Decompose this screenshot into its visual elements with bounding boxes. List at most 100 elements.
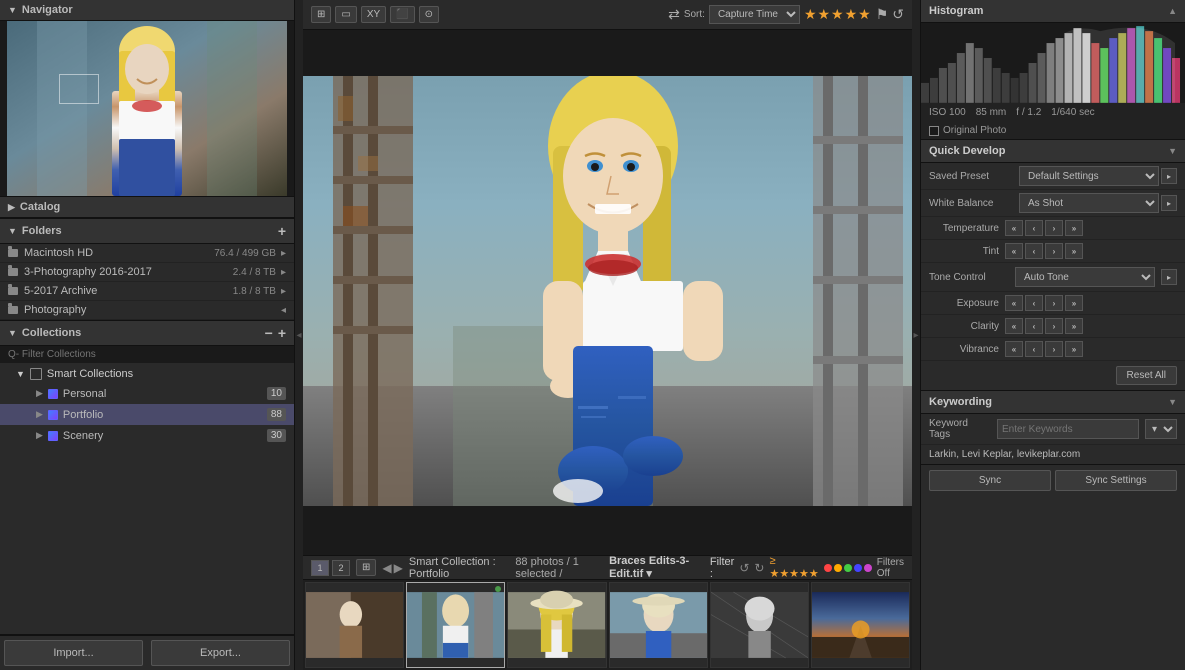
folder-icon — [8, 268, 18, 276]
page-1-button[interactable]: 1 — [311, 560, 329, 576]
white-balance-btn[interactable]: ▸ — [1161, 195, 1177, 211]
filmstrip-grid-button[interactable]: ⊞ — [356, 559, 376, 576]
filmstrip-filter-row: Filter : ↺ ↻ ≥ ★★★★★ Filters Off — [710, 555, 904, 580]
sync-button[interactable]: Sync — [929, 470, 1051, 491]
smart-collections-header[interactable]: ▼ Smart Collections — [0, 365, 294, 383]
aperture-label: f / 1.2 — [1016, 107, 1041, 118]
filmstrip-thumb[interactable] — [811, 582, 910, 668]
catalog-header[interactable]: ▶ Catalog — [0, 197, 294, 218]
quick-develop-header[interactable]: Quick Develop ▼ — [921, 140, 1185, 163]
sync-settings-button[interactable]: Sync Settings — [1055, 470, 1177, 491]
tint-plus-plus-btn[interactable]: » — [1065, 243, 1083, 259]
keyword-tags-input[interactable] — [997, 419, 1139, 439]
clarity-minus-btn[interactable]: ‹ — [1025, 318, 1043, 334]
collections-add-button[interactable]: + — [278, 325, 286, 341]
exp-minus-minus-btn[interactable]: « — [1005, 295, 1023, 311]
histogram-header[interactable]: Histogram ▲ — [921, 0, 1185, 23]
folder-item[interactable]: Macintosh HD 76.4 / 499 GB ▸ — [0, 244, 294, 263]
temp-minus-btn[interactable]: ‹ — [1025, 220, 1043, 236]
keyword-tags-row: Keyword Tags ▾ — [921, 414, 1185, 445]
filmstrip-next-button[interactable]: ▶ — [394, 561, 403, 575]
compare-view-button[interactable]: XY — [361, 6, 386, 23]
filter-dot-blue[interactable] — [854, 564, 862, 572]
import-button[interactable]: Import... — [4, 640, 143, 666]
tone-control-btn[interactable]: ▸ — [1161, 269, 1177, 285]
grid-view-button[interactable]: ⊞ — [311, 6, 331, 23]
temp-minus-minus-btn[interactable]: « — [1005, 220, 1023, 236]
filmstrip-thumb[interactable] — [305, 582, 404, 668]
exp-minus-btn[interactable]: ‹ — [1025, 295, 1043, 311]
tone-control-label: Tone Control — [929, 272, 1009, 283]
original-photo-row: Original Photo — [921, 122, 1185, 139]
folder-chevron: ▸ — [281, 248, 286, 259]
collection-item-portfolio[interactable]: ▶ Portfolio 88 — [0, 404, 294, 425]
keywording-header[interactable]: Keywording ▼ — [921, 391, 1185, 414]
folder-item[interactable]: 3-Photography 2016-2017 2.4 / 8 TB ▸ — [0, 263, 294, 282]
collections-header[interactable]: ▼ Collections − + — [0, 321, 294, 346]
keyword-tags-select[interactable]: ▾ — [1145, 419, 1177, 439]
folders-add-button[interactable]: + — [278, 223, 286, 239]
filter-dot-yellow[interactable] — [834, 564, 842, 572]
loupe-view-button[interactable]: ▭ — [335, 6, 356, 23]
right-panel-collapse[interactable]: ▸ — [912, 0, 920, 670]
tone-control-select[interactable]: Auto Tone — [1015, 267, 1155, 287]
filmstrip-file-name[interactable]: Braces Edits-3-Edit.tif ▾ — [609, 555, 704, 580]
vib-plus-btn[interactable]: › — [1045, 341, 1063, 357]
vib-minus-minus-btn[interactable]: « — [1005, 341, 1023, 357]
filter-dot-red[interactable] — [824, 564, 832, 572]
clarity-plus-plus-btn[interactable]: » — [1065, 318, 1083, 334]
sort-select[interactable]: Capture Time File Name Edit Time — [709, 5, 800, 24]
vib-minus-btn[interactable]: ‹ — [1025, 341, 1043, 357]
temp-plus-plus-btn[interactable]: » — [1065, 220, 1083, 236]
rotate-button[interactable]: ↺ — [892, 6, 904, 23]
page-2-button[interactable]: 2 — [332, 560, 350, 576]
quick-develop-section: Quick Develop ▼ Saved Preset Default Set… — [921, 140, 1185, 391]
right-panel: Histogram ▲ — [920, 0, 1185, 670]
collection-item-scenery[interactable]: ▶ Scenery 30 — [0, 425, 294, 446]
tint-minus-minus-btn[interactable]: « — [1005, 243, 1023, 259]
histogram-display — [921, 23, 1185, 103]
exp-plus-btn[interactable]: › — [1045, 295, 1063, 311]
clarity-plus-btn[interactable]: › — [1045, 318, 1063, 334]
collection-item-personal[interactable]: ▶ Personal 10 — [0, 383, 294, 404]
vib-plus-plus-btn[interactable]: » — [1065, 341, 1083, 357]
filmstrip-thumb-selected[interactable] — [406, 582, 505, 668]
temp-plus-btn[interactable]: › — [1045, 220, 1063, 236]
folder-item[interactable]: 5-2017 Archive 1.8 / 8 TB ▸ — [0, 282, 294, 301]
keyword-tags-label: Keyword Tags — [929, 418, 991, 440]
folders-header[interactable]: ▼ Folders + — [0, 219, 294, 244]
filter-forward-button[interactable]: ↻ — [754, 561, 764, 575]
target-view-button[interactable]: ⊙ — [419, 6, 439, 23]
clarity-label: Clarity — [929, 321, 999, 332]
collections-minus-button[interactable]: − — [265, 325, 273, 341]
vibrance-controls: « ‹ › » — [1005, 341, 1177, 357]
tint-minus-btn[interactable]: ‹ — [1025, 243, 1043, 259]
clarity-minus-minus-btn[interactable]: « — [1005, 318, 1023, 334]
saved-preset-btn[interactable]: ▸ — [1161, 168, 1177, 184]
filter-dot-green[interactable] — [844, 564, 852, 572]
navigator-header[interactable]: ▼ Navigator — [0, 0, 294, 21]
filmstrip-thumb[interactable] — [609, 582, 708, 668]
reset-all-button[interactable]: Reset All — [1116, 366, 1177, 385]
folder-item[interactable]: Photography ◂ — [0, 301, 294, 320]
filmstrip-thumb[interactable] — [507, 582, 606, 668]
filter-dot-purple[interactable] — [864, 564, 872, 572]
collection-smart-icon — [48, 431, 58, 441]
export-button[interactable]: Export... — [151, 640, 290, 666]
survey-view-button[interactable]: ⬛ — [390, 6, 414, 23]
left-panel-collapse[interactable]: ◂ — [295, 0, 303, 670]
white-balance-select[interactable]: As Shot Auto Daylight — [1019, 193, 1159, 213]
collection-name-scenery: Scenery — [63, 430, 267, 442]
collapse-arrow-icon: ◂ — [296, 330, 301, 341]
original-photo-checkbox[interactable] — [929, 126, 939, 136]
keywording-arrow: ▼ — [1168, 397, 1177, 407]
tint-plus-btn[interactable]: › — [1045, 243, 1063, 259]
exp-plus-plus-btn[interactable]: » — [1065, 295, 1083, 311]
collections-label: Collections — [22, 327, 81, 339]
filmstrip-prev-button[interactable]: ◀ — [382, 561, 391, 575]
saved-preset-select[interactable]: Default Settings — [1019, 166, 1159, 186]
filter-back-button[interactable]: ↺ — [739, 561, 749, 575]
collections-filter-input[interactable] — [0, 346, 294, 363]
filmstrip-thumb[interactable] — [710, 582, 809, 668]
flag-button[interactable]: ⚑ — [876, 6, 889, 23]
